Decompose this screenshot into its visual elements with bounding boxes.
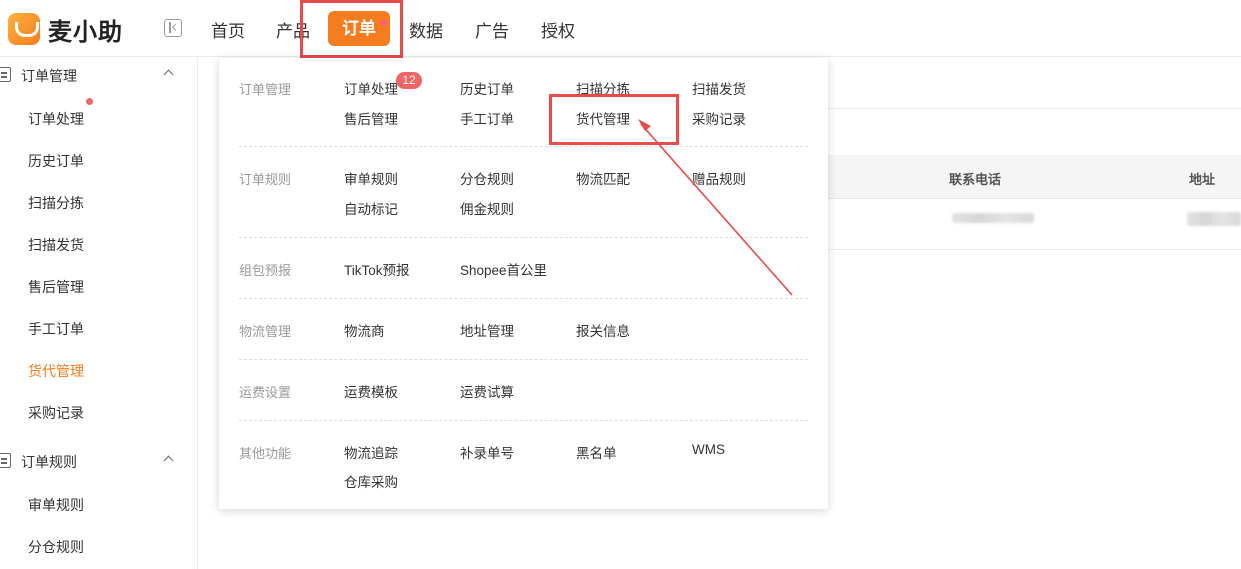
- section-label-order-management: 订单管理: [239, 82, 292, 97]
- sidebar-group-label: 订单管理: [21, 68, 77, 84]
- menu-item-freight-templates[interactable]: 运费模板: [344, 381, 398, 401]
- orders-dropdown-menu: 订单管理 订单处理 12 历史订单 扫描分拣 扫描发货 售后管理 手工订单 货代…: [219, 58, 828, 509]
- section-label-order-rules: 订单规则: [239, 172, 292, 187]
- sidebar-group-order-management[interactable]: 订单管理: [0, 57, 198, 93]
- section-label-logistics-management: 物流管理: [239, 324, 292, 339]
- sidebar-item-order-processing[interactable]: 订单处理: [28, 109, 84, 129]
- section-label-freight-settings: 运费设置: [239, 385, 292, 400]
- table-row-divider: [828, 249, 1241, 250]
- menu-item-auto-tagging[interactable]: 自动标记: [344, 198, 398, 218]
- sidebar-item-warehouse-rules[interactable]: 分仓规则: [28, 537, 84, 557]
- column-header-phone: 联系电话: [949, 172, 1002, 187]
- menu-item-order-processing[interactable]: 订单处理: [344, 78, 398, 98]
- nav-data[interactable]: 数据: [409, 17, 443, 42]
- menu-item-address-management[interactable]: 地址管理: [460, 320, 514, 340]
- sidebar: 订单管理 订单处理 历史订单 扫描分拣 扫描发货 售后管理 手工订单 货代管理 …: [0, 57, 198, 569]
- menu-item-history-orders[interactable]: 历史订单: [460, 78, 514, 98]
- column-header-address: 地址: [1189, 172, 1216, 187]
- collapse-sidebar-icon[interactable]: [164, 19, 182, 37]
- menu-item-warehouse-purchasing[interactable]: 仓库采购: [344, 471, 398, 491]
- chevron-up-icon: [163, 455, 174, 466]
- section-label-other-functions: 其他功能: [239, 446, 292, 461]
- rules-icon: [0, 453, 11, 468]
- top-bar: 麦小助 首页 产品 订单 数据 广告 授权: [0, 0, 1241, 57]
- order-list-icon: [0, 67, 11, 82]
- highlight-box-nav-orders: [300, 0, 403, 58]
- menu-item-wms[interactable]: WMS: [692, 442, 725, 457]
- highlight-box-forwarder-management: [549, 94, 679, 145]
- menu-item-logistics-matching[interactable]: 物流匹配: [576, 168, 630, 188]
- redacted-address: [1187, 212, 1241, 226]
- section-divider: [239, 298, 808, 299]
- section-divider: [239, 237, 808, 238]
- menu-item-commission-rules[interactable]: 佣金规则: [460, 198, 514, 218]
- menu-item-gift-rules[interactable]: 赠品规则: [692, 168, 746, 188]
- menu-item-purchase-records[interactable]: 采购记录: [692, 108, 746, 128]
- menu-item-logistics-tracking[interactable]: 物流追踪: [344, 442, 398, 462]
- order-count-badge: 12: [396, 72, 422, 89]
- menu-item-blacklist[interactable]: 黑名单: [576, 442, 617, 462]
- app-name: 麦小助: [48, 18, 123, 46]
- menu-item-freight-calculator[interactable]: 运费试算: [460, 381, 514, 401]
- sidebar-item-scan-sorting[interactable]: 扫描分拣: [28, 193, 84, 213]
- menu-item-shopee-first-mile[interactable]: Shopee首公里: [460, 259, 547, 279]
- nav-authorization[interactable]: 授权: [541, 17, 575, 42]
- menu-item-add-tracking-number[interactable]: 补录单号: [460, 442, 514, 462]
- logo[interactable]: 麦小助: [8, 12, 123, 46]
- sidebar-item-dot: [86, 98, 93, 105]
- sidebar-item-purchase-records[interactable]: 采购记录: [28, 403, 84, 423]
- sidebar-item-after-sales[interactable]: 售后管理: [28, 277, 84, 297]
- menu-item-logistics-providers[interactable]: 物流商: [344, 320, 385, 340]
- section-divider: [239, 359, 808, 360]
- sidebar-item-history-orders[interactable]: 历史订单: [28, 151, 84, 171]
- menu-item-review-rules[interactable]: 审单规则: [344, 168, 398, 188]
- menu-item-after-sales[interactable]: 售后管理: [344, 108, 398, 128]
- menu-item-manual-orders[interactable]: 手工订单: [460, 108, 514, 128]
- section-label-package-forecast: 组包预报: [239, 263, 292, 278]
- sidebar-item-manual-orders[interactable]: 手工订单: [28, 319, 84, 339]
- sidebar-group-label: 订单规则: [21, 454, 77, 470]
- nav-ads[interactable]: 广告: [475, 17, 509, 42]
- divider: [828, 108, 1241, 109]
- redacted-phone: [952, 213, 1034, 223]
- menu-item-scan-shipping[interactable]: 扫描发货: [692, 78, 746, 98]
- menu-item-customs-info[interactable]: 报关信息: [576, 320, 630, 340]
- sidebar-item-review-rules[interactable]: 审单规则: [28, 495, 84, 515]
- sidebar-item-forwarder-management[interactable]: 货代管理: [28, 361, 84, 381]
- chevron-up-icon: [163, 69, 174, 80]
- table-header: [828, 155, 1241, 199]
- logo-icon: [8, 13, 40, 45]
- menu-item-tiktok-forecast[interactable]: TikTok预报: [344, 259, 410, 279]
- sidebar-item-scan-shipping[interactable]: 扫描发货: [28, 235, 84, 255]
- nav-home[interactable]: 首页: [211, 17, 245, 42]
- menu-item-warehouse-rules[interactable]: 分仓规则: [460, 168, 514, 188]
- section-divider: [239, 146, 808, 147]
- section-divider: [239, 420, 808, 421]
- sidebar-group-order-rules[interactable]: 订单规则: [0, 443, 198, 479]
